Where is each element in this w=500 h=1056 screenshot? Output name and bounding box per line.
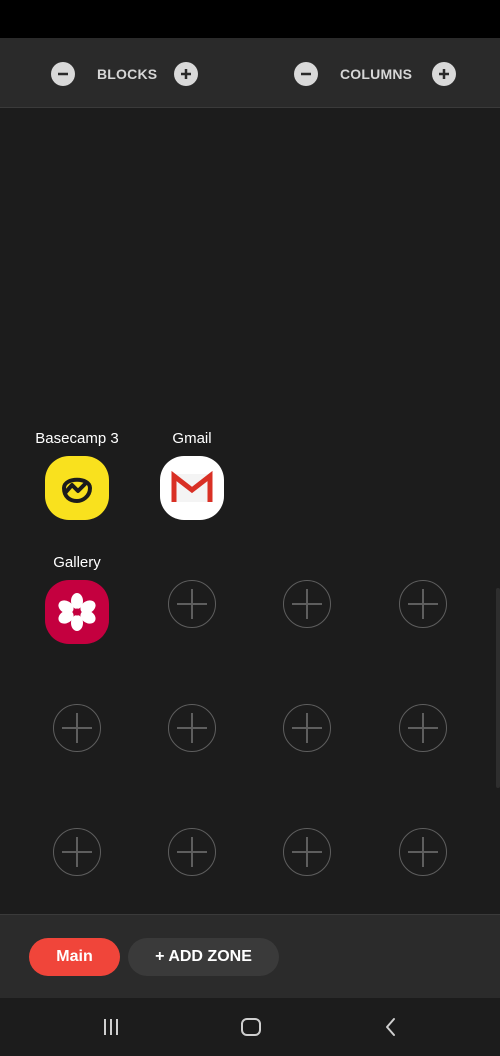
app-label: Gallery [53, 554, 101, 571]
plus-icon [181, 69, 191, 79]
columns-increase-button[interactable] [432, 62, 456, 86]
add-app-slot[interactable] [283, 580, 331, 628]
add-app-slot[interactable] [399, 580, 447, 628]
zone-bar: Main + ADD ZONE [0, 914, 500, 999]
zone-grid: Basecamp 3 Gmail Gallery [0, 108, 500, 914]
main-zone-tab[interactable]: Main [29, 938, 120, 976]
minus-icon [58, 72, 68, 76]
add-app-slot[interactable] [399, 828, 447, 876]
add-app-slot[interactable] [283, 704, 331, 752]
columns-label: COLUMNS [340, 66, 413, 82]
back-icon[interactable] [377, 1014, 405, 1040]
app-label: Gmail [172, 430, 212, 447]
home-icon[interactable] [237, 1014, 265, 1040]
app-gmail[interactable]: Gmail [134, 430, 250, 550]
gallery-icon[interactable] [45, 580, 109, 644]
minus-icon [301, 72, 311, 76]
recents-icon[interactable] [97, 1014, 125, 1040]
add-app-slot[interactable] [168, 828, 216, 876]
add-app-slot[interactable] [53, 828, 101, 876]
navigation-bar [0, 998, 500, 1056]
add-app-slot[interactable] [283, 828, 331, 876]
basecamp-icon[interactable] [45, 456, 109, 520]
app-label: Basecamp 3 [35, 430, 119, 447]
app-gallery[interactable]: Gallery [19, 554, 135, 674]
scroll-indicator[interactable] [496, 588, 500, 788]
add-app-slot[interactable] [399, 704, 447, 752]
blocks-increase-button[interactable] [174, 62, 198, 86]
app-basecamp[interactable]: Basecamp 3 [19, 430, 135, 550]
add-app-slot[interactable] [53, 704, 101, 752]
add-app-slot[interactable] [168, 580, 216, 628]
plus-icon [439, 69, 449, 79]
blocks-label: BLOCKS [97, 66, 158, 82]
blocks-decrease-button[interactable] [51, 62, 75, 86]
add-app-slot[interactable] [168, 704, 216, 752]
launcher-screen: BLOCKS COLUMNS Basecamp 3 Gmail Gallery … [0, 0, 500, 1056]
gmail-icon[interactable] [160, 456, 224, 520]
status-bar [0, 0, 500, 38]
columns-decrease-button[interactable] [294, 62, 318, 86]
add-zone-button[interactable]: + ADD ZONE [128, 938, 279, 976]
top-controls: BLOCKS COLUMNS [0, 38, 500, 108]
